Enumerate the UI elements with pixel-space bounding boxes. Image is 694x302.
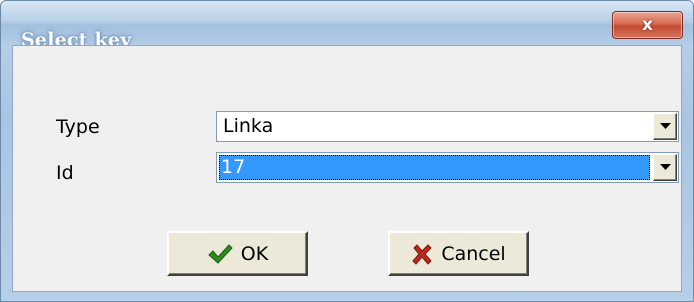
chevron-down-icon: [659, 123, 671, 129]
cancel-button-label: Cancel: [441, 242, 506, 265]
type-combobox[interactable]: Linka: [216, 111, 679, 142]
select-key-dialog: Select key x Type Linka Id 17 OK Cancel: [0, 0, 694, 302]
ok-button[interactable]: OK: [167, 231, 308, 276]
id-combobox-value: 17: [219, 155, 650, 180]
id-dropdown-button[interactable]: [653, 154, 677, 181]
type-combobox-value: Linka: [223, 115, 274, 137]
close-icon: x: [642, 15, 653, 35]
dialog-body: Type Linka Id 17 OK Cancel: [12, 45, 682, 292]
cancel-button[interactable]: Cancel: [388, 231, 529, 276]
type-label: Type: [56, 116, 100, 138]
cross-icon: [411, 243, 433, 265]
chevron-down-icon: [659, 164, 671, 170]
close-button[interactable]: x: [612, 11, 683, 39]
id-combobox[interactable]: 17: [216, 152, 679, 183]
ok-button-label: OK: [240, 242, 269, 265]
title-bar[interactable]: Select key x: [1, 1, 693, 51]
check-icon: [207, 243, 233, 265]
type-dropdown-button[interactable]: [653, 113, 677, 140]
id-label: Id: [56, 162, 74, 184]
